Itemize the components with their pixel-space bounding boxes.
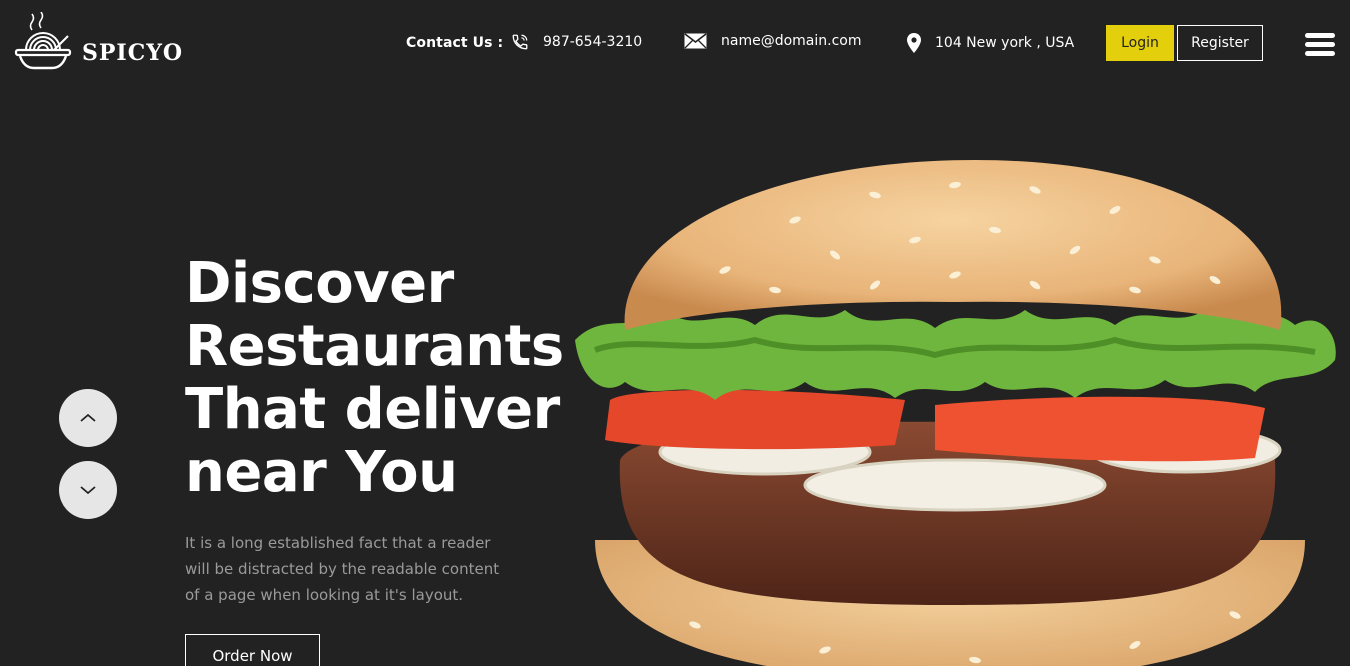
hero-description-line: It is a long established fact that a rea… [185,534,491,552]
mail-icon [684,33,707,49]
hero-description: It is a long established fact that a rea… [185,530,545,608]
chevron-up-icon [79,409,97,428]
contact-label: Contact Us : [406,35,504,51]
hero-title-line: near You [185,440,458,505]
noodle-bowl-icon [14,12,72,70]
chevron-down-icon [79,481,97,500]
contact-email[interactable]: name@domain.com [684,33,862,49]
phone-icon [511,33,529,51]
slider-prev-button[interactable] [59,389,117,447]
hero-title-line: Discover [185,251,454,316]
hero-description-line: will be distracted by the readable conte… [185,560,500,578]
hero-title-line: Restaurants [185,314,564,379]
register-button[interactable]: Register [1177,25,1263,61]
brand-logo[interactable]: SPICYO [14,12,183,70]
order-now-button[interactable]: Order Now [185,634,320,666]
hero-title-line: That deliver [185,377,560,442]
menu-line [1305,51,1335,56]
contact-address[interactable]: 104 New york , USA [907,33,1074,53]
brand-name: SPICYO [82,40,184,66]
email-address: name@domain.com [721,33,862,49]
address-text: 104 New york , USA [935,35,1075,51]
hero-burger-image [575,160,1336,666]
phone-number: 987-654-3210 [543,34,643,50]
menu-line [1305,42,1335,47]
menu-icon[interactable] [1305,33,1335,57]
location-pin-icon [907,33,921,53]
menu-line [1305,33,1335,38]
landing-page: SPICYO Contact Us : 987-654-3210 name@do… [0,0,1350,666]
contact-phone[interactable]: 987-654-3210 [511,33,642,51]
slider-next-button[interactable] [59,461,117,519]
hero-description-line: of a page when looking at it's layout. [185,586,464,604]
login-button[interactable]: Login [1106,25,1174,61]
hero-title: Discover Restaurants That deliver near Y… [185,252,605,504]
